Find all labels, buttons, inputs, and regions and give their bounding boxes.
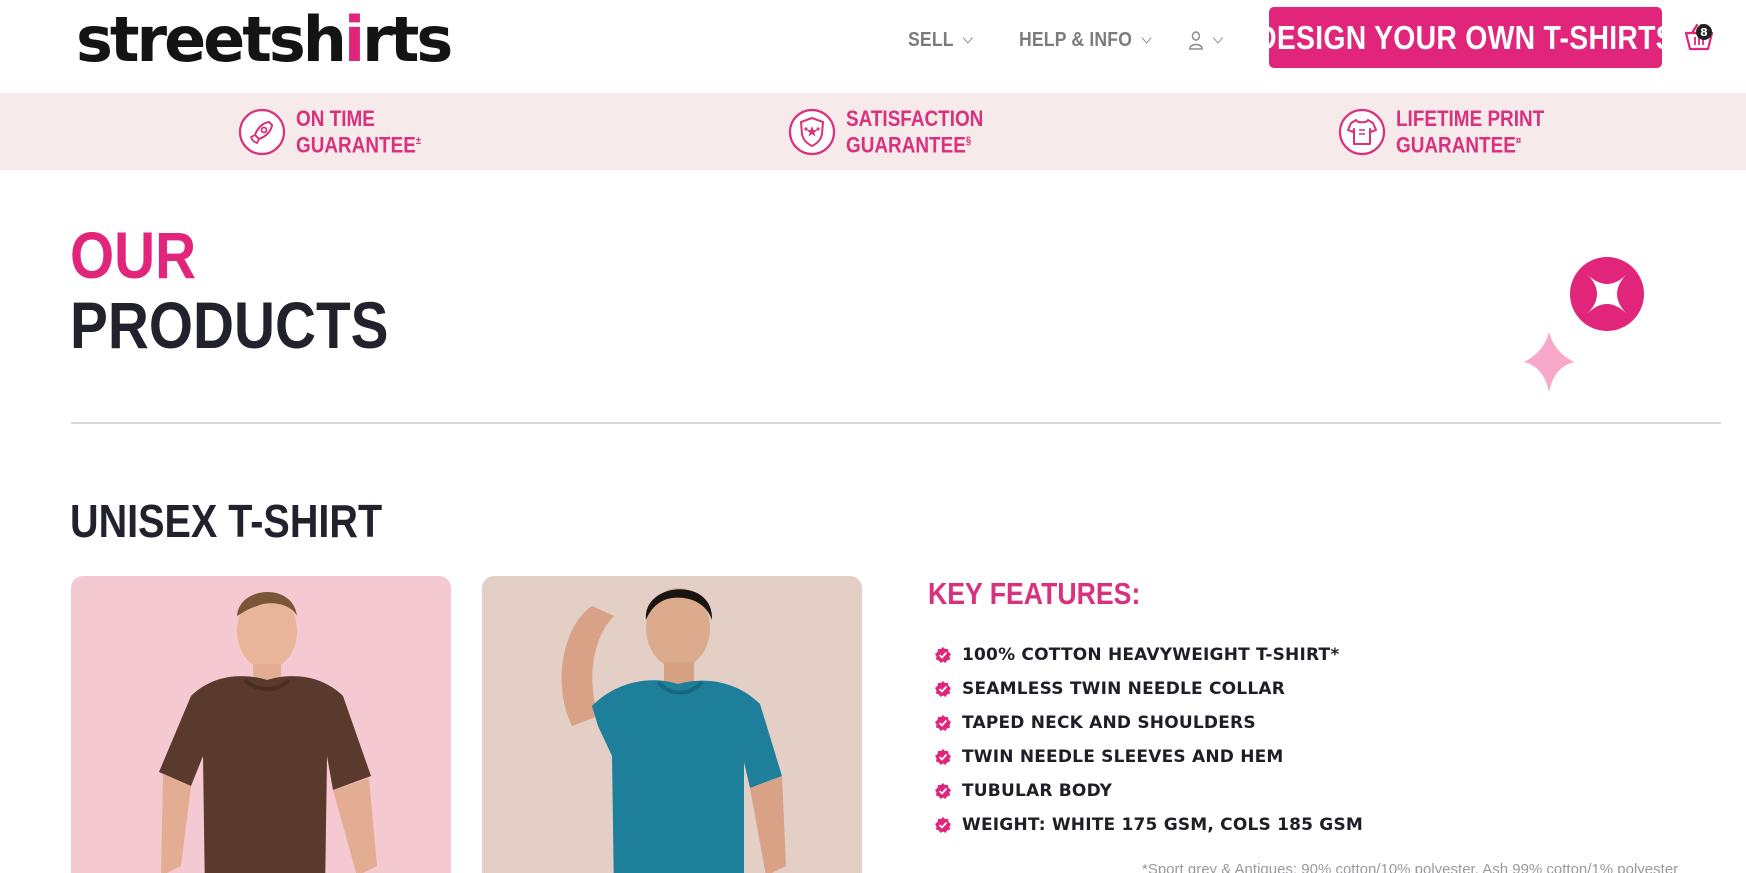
product-image-brown[interactable] xyxy=(71,576,451,873)
guarantee-mark: ¤ xyxy=(1515,134,1522,147)
rocket-icon xyxy=(238,108,286,156)
feature-item: TWIN NEEDLE SLEEVES AND HEM xyxy=(934,740,1363,774)
check-badge-icon xyxy=(935,715,951,731)
nav-help-label: HELP & INFO xyxy=(1019,28,1133,51)
guarantee-satisfaction[interactable]: SATISFACTION GUARANTEE§ xyxy=(788,106,1006,158)
product-title: UNISEX T-SHIRT xyxy=(70,495,383,547)
nav-sell[interactable]: SELL xyxy=(908,26,973,54)
guarantee-line2: GUARANTEE xyxy=(846,132,966,158)
guarantee-line2: GUARANTEE xyxy=(296,132,416,158)
nav-sell-label: SELL xyxy=(908,28,954,51)
page-title-line1: OUR xyxy=(70,218,197,292)
nav-help-info[interactable]: HELP & INFO xyxy=(1019,26,1152,54)
feature-text: WEIGHT: WHITE 175 GSM, COLS 185 GSM xyxy=(962,815,1364,835)
feature-text: TAPED NECK AND SHOULDERS xyxy=(962,713,1256,733)
guarantee-on-time[interactable]: ON TIME GUARANTEE± xyxy=(238,106,441,158)
check-badge-icon xyxy=(935,647,951,663)
tshirt-icon xyxy=(1338,108,1386,156)
guarantee-band: ON TIME GUARANTEE± SATISFACTION GUARANTE… xyxy=(0,93,1746,170)
feature-item: TAPED NECK AND SHOULDERS xyxy=(934,706,1363,740)
key-features-title: KEY FEATURES: xyxy=(928,576,1141,611)
nav-account[interactable] xyxy=(1188,26,1223,54)
basket-count-badge: 8 xyxy=(1696,24,1712,40)
feature-text: TWIN NEEDLE SLEEVES AND HEM xyxy=(962,747,1284,767)
check-badge-icon xyxy=(935,681,951,697)
guarantee-mark: § xyxy=(965,134,972,147)
chevron-down-icon xyxy=(1141,31,1152,44)
material-footnote: *Sport grey & Antiques: 90% cotton/10% p… xyxy=(1142,861,1679,873)
model-brown-tshirt-image xyxy=(159,591,377,873)
logo[interactable]: streetshirts xyxy=(76,3,453,76)
cta-label: DESIGN YOUR OWN T-SHIRTS xyxy=(1256,18,1675,56)
product-image-teal[interactable] xyxy=(482,576,862,873)
check-badge-icon xyxy=(935,749,951,765)
guarantee-lifetime-print[interactable]: LIFETIME PRINT GUARANTEE¤ xyxy=(1338,106,1568,158)
guarantee-line1: ON TIME xyxy=(296,105,375,131)
features-list: 100% COTTON HEAVYWEIGHT T-SHIRT* SEAMLES… xyxy=(934,638,1363,842)
check-badge-icon xyxy=(935,783,951,799)
page-title-line2: PRODUCTS xyxy=(70,288,389,362)
feature-text: SEAMLESS TWIN NEEDLE COLLAR xyxy=(962,679,1286,699)
guarantee-line1: SATISFACTION xyxy=(846,105,984,131)
model-teal-tshirt-image xyxy=(561,588,786,873)
feature-item: WEIGHT: WHITE 175 GSM, COLS 185 GSM xyxy=(934,808,1363,842)
sparkle-decoration-icon xyxy=(1524,257,1644,392)
guarantee-line2: GUARANTEE xyxy=(1396,132,1516,158)
chevron-down-icon xyxy=(962,31,973,44)
site-header: streetshirts SELL HELP & INFO DESIGN YOU… xyxy=(0,0,1746,93)
feature-text: TUBULAR BODY xyxy=(962,781,1113,801)
guarantee-mark: ± xyxy=(415,134,422,147)
feature-item: TUBULAR BODY xyxy=(934,774,1363,808)
feature-item: SEAMLESS TWIN NEEDLE COLLAR xyxy=(934,672,1363,706)
design-your-own-button[interactable]: DESIGN YOUR OWN T-SHIRTS xyxy=(1256,7,1675,68)
feature-text: 100% COTTON HEAVYWEIGHT T-SHIRT* xyxy=(962,645,1340,665)
feature-item: 100% COTTON HEAVYWEIGHT T-SHIRT* xyxy=(934,638,1363,672)
divider xyxy=(71,422,1721,424)
shield-stars-icon xyxy=(788,108,836,156)
check-badge-icon xyxy=(935,817,951,833)
user-icon xyxy=(1189,31,1203,50)
logo-text: streetshirts xyxy=(76,3,453,76)
guarantee-line1: LIFETIME PRINT xyxy=(1396,105,1545,131)
chevron-down-icon xyxy=(1212,31,1223,44)
